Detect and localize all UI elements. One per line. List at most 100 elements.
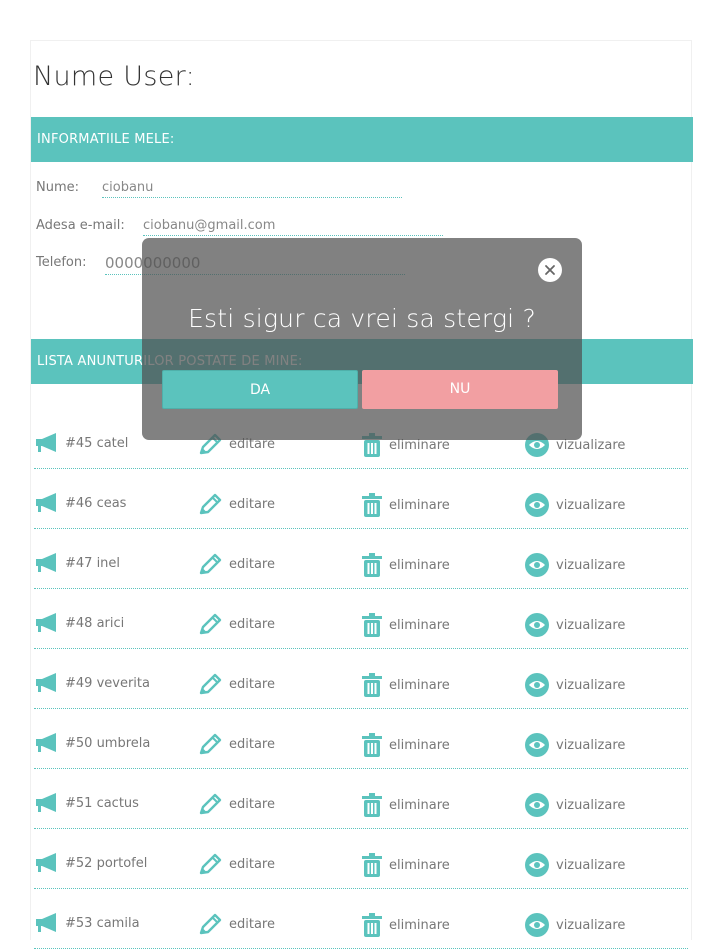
- ad-row: #53 camila editare eliminare vizualizare: [34, 889, 688, 949]
- edit-label: editare: [229, 736, 275, 752]
- edit-button[interactable]: editare: [198, 673, 275, 695]
- view-button[interactable]: vizualizare: [525, 553, 625, 577]
- delete-label: eliminare: [389, 677, 450, 693]
- ad-title[interactable]: #49 veverita: [36, 673, 150, 693]
- pencil-icon: [198, 853, 222, 875]
- edit-label: editare: [229, 676, 275, 692]
- delete-button[interactable]: eliminare: [362, 613, 450, 637]
- edit-button[interactable]: editare: [198, 913, 275, 935]
- edit-button[interactable]: editare: [198, 733, 275, 755]
- delete-button[interactable]: eliminare: [362, 913, 450, 937]
- pencil-icon: [198, 733, 222, 755]
- close-icon[interactable]: [538, 258, 562, 282]
- name-label: Nume:: [36, 180, 80, 195]
- pencil-icon: [198, 913, 222, 935]
- edit-button[interactable]: editare: [198, 613, 275, 635]
- ad-title[interactable]: #46 ceas: [36, 493, 126, 513]
- view-button[interactable]: vizualizare: [525, 733, 625, 757]
- ad-label: #46 ceas: [65, 495, 127, 511]
- edit-label: editare: [229, 856, 275, 872]
- eye-icon: [525, 793, 549, 817]
- edit-label: editare: [229, 916, 275, 932]
- delete-label: eliminare: [389, 557, 450, 573]
- delete-button[interactable]: eliminare: [362, 733, 450, 757]
- ad-row: #46 ceas editare eliminare vizualizare: [34, 469, 688, 529]
- trash-icon: [362, 853, 382, 877]
- confirm-dialog: [142, 238, 582, 440]
- ad-label: #52 portofel: [65, 855, 148, 871]
- ads-list: #45 catel editare eliminare vizualizare …: [34, 409, 688, 949]
- megaphone-icon: [36, 853, 58, 873]
- view-button[interactable]: vizualizare: [525, 853, 625, 877]
- ad-label: #47 inel: [65, 555, 121, 571]
- megaphone-icon: [36, 913, 58, 933]
- trash-icon: [362, 673, 382, 697]
- edit-label: editare: [229, 616, 275, 632]
- trash-icon: [362, 733, 382, 757]
- email-field: Adesa e-mail: ciobanu@gmail.com: [36, 218, 443, 236]
- eye-icon: [525, 673, 549, 697]
- eye-icon: [525, 553, 549, 577]
- view-button[interactable]: vizualizare: [525, 913, 625, 937]
- ad-title[interactable]: #48 arici: [36, 613, 124, 633]
- ad-title[interactable]: #53 camila: [36, 913, 140, 933]
- delete-button[interactable]: eliminare: [362, 553, 450, 577]
- megaphone-icon: [36, 793, 58, 813]
- eye-icon: [525, 913, 549, 937]
- edit-label: editare: [229, 556, 275, 572]
- ad-label: #53 camila: [65, 915, 140, 931]
- ad-row: #51 cactus editare eliminare vizualizare: [34, 769, 688, 829]
- ad-label: #51 cactus: [65, 795, 139, 811]
- ad-label: #45 catel: [65, 435, 129, 451]
- edit-button[interactable]: editare: [198, 793, 275, 815]
- confirm-yes-button[interactable]: DA: [162, 370, 358, 409]
- delete-label: eliminare: [389, 617, 450, 633]
- view-label: vizualizare: [556, 917, 626, 933]
- megaphone-icon: [36, 733, 58, 753]
- view-button[interactable]: vizualizare: [525, 613, 625, 637]
- edit-button[interactable]: editare: [198, 853, 275, 875]
- profile-card: Nume User: INFORMATIILE MELE: Nume: ciob…: [30, 40, 693, 949]
- name-value[interactable]: ciobanu: [102, 180, 402, 198]
- edit-button[interactable]: editare: [198, 553, 275, 575]
- edit-label: editare: [229, 496, 275, 512]
- trash-icon: [362, 913, 382, 937]
- view-label: vizualizare: [556, 677, 626, 693]
- ad-label: #49 veverita: [65, 675, 150, 691]
- delete-button[interactable]: eliminare: [362, 793, 450, 817]
- view-label: vizualizare: [556, 857, 626, 873]
- delete-button[interactable]: eliminare: [362, 673, 450, 697]
- ad-title[interactable]: #47 inel: [36, 553, 120, 573]
- dialog-message: Esti sigur ca vrei sa stergi ?: [188, 304, 536, 333]
- view-label: vizualizare: [556, 617, 626, 633]
- ad-title[interactable]: #50 umbrela: [36, 733, 150, 753]
- view-button[interactable]: vizualizare: [525, 493, 625, 517]
- confirm-no-button[interactable]: NU: [362, 370, 558, 409]
- ad-row: #50 umbrela editare eliminare vizualizar…: [34, 709, 688, 769]
- delete-label: eliminare: [389, 797, 450, 813]
- ad-title[interactable]: #52 portofel: [36, 853, 147, 873]
- eye-icon: [525, 493, 549, 517]
- ad-title[interactable]: #51 cactus: [36, 793, 139, 813]
- trash-icon: [362, 793, 382, 817]
- pencil-icon: [198, 613, 222, 635]
- ad-title[interactable]: #45 catel: [36, 433, 128, 453]
- ad-row: #49 veverita editare eliminare vizualiza…: [34, 649, 688, 709]
- ad-label: #48 arici: [65, 615, 125, 631]
- delete-label: eliminare: [389, 737, 450, 753]
- delete-button[interactable]: eliminare: [362, 853, 450, 877]
- pencil-icon: [198, 673, 222, 695]
- view-label: vizualizare: [556, 497, 626, 513]
- megaphone-icon: [36, 673, 58, 693]
- ad-label: #50 umbrela: [65, 735, 151, 751]
- megaphone-icon: [36, 553, 58, 573]
- info-section-header: INFORMATIILE MELE:: [31, 117, 693, 162]
- view-button[interactable]: vizualizare: [525, 793, 625, 817]
- edit-button[interactable]: editare: [198, 493, 275, 515]
- edit-label: editare: [229, 796, 275, 812]
- delete-button[interactable]: eliminare: [362, 493, 450, 517]
- email-value[interactable]: ciobanu@gmail.com: [143, 218, 443, 236]
- pencil-icon: [198, 793, 222, 815]
- eye-icon: [525, 733, 549, 757]
- view-button[interactable]: vizualizare: [525, 673, 625, 697]
